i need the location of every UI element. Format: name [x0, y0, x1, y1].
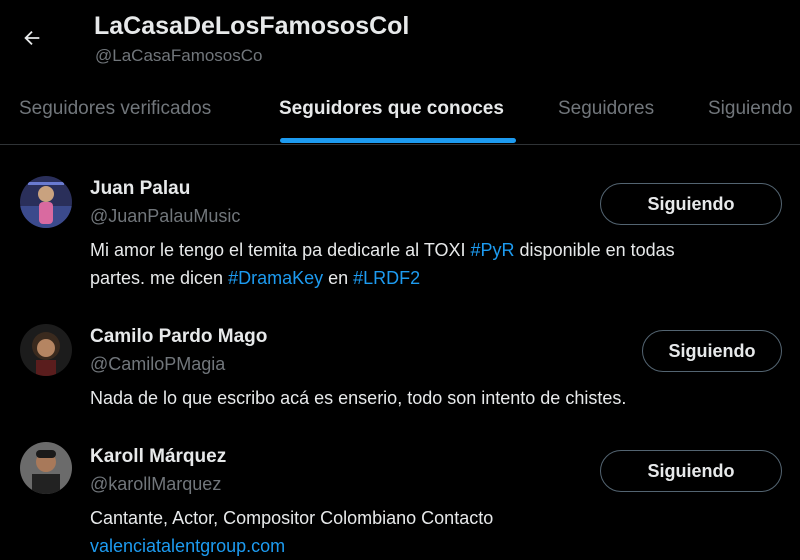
page-title: LaCasaDeLosFamososCol — [94, 12, 410, 40]
arrow-left-icon — [24, 30, 40, 46]
page-handle: @LaCasaFamososCo — [95, 46, 263, 65]
following-button[interactable]: Siguiendo — [600, 183, 782, 225]
tab-bar: Seguidores verificados Seguidores que co… — [0, 80, 800, 145]
avatar[interactable] — [20, 442, 72, 494]
user-name[interactable]: Juan Palau — [90, 178, 190, 200]
user-handle[interactable]: @karollMarquez — [90, 474, 221, 495]
user-handle[interactable]: @JuanPalauMusic — [90, 206, 240, 227]
user-row-karoll-marquez[interactable]: Karoll Márquez @karollMarquez Siguiendo … — [0, 430, 800, 556]
user-row-camilo-pardo[interactable]: Camilo Pardo Mago @CamiloPMagia Siguiend… — [0, 310, 800, 430]
user-name[interactable]: Karoll Márquez — [90, 446, 226, 468]
user-bio: Mi amor le tengo el temita pa dedicarle … — [90, 240, 675, 288]
profile-header: LaCasaDeLosFamososCol @LaCasaFamososCo — [0, 0, 800, 80]
following-button[interactable]: Siguiendo — [642, 330, 782, 372]
user-bio: Cantante, Actor, Compositor Colombiano C… — [90, 508, 494, 556]
user-name[interactable]: Camilo Pardo Mago — [90, 326, 267, 348]
tab-verified-followers[interactable]: Seguidores verificados — [19, 80, 211, 144]
following-button[interactable]: Siguiendo — [600, 450, 782, 492]
avatar[interactable] — [20, 176, 72, 228]
back-button[interactable] — [14, 20, 50, 56]
avatar[interactable] — [20, 324, 72, 376]
user-bio: Nada de lo que escribo acá es enserio, t… — [90, 388, 627, 408]
bio-website-link[interactable]: valenciatalentgroup.com — [90, 536, 285, 556]
hashtag-link[interactable]: #DramaKey — [228, 268, 323, 288]
user-row-juan-palau[interactable]: Juan Palau @JuanPalauMusic Siguiendo Mi … — [0, 160, 800, 310]
hashtag-link[interactable]: #LRDF2 — [353, 268, 420, 288]
tab-following[interactable]: Siguiendo — [708, 80, 793, 144]
user-handle[interactable]: @CamiloPMagia — [90, 354, 225, 375]
hashtag-link[interactable]: #PyR — [471, 240, 515, 260]
active-tab-indicator — [280, 138, 516, 143]
tab-followers[interactable]: Seguidores — [558, 80, 654, 144]
tab-followers-you-know[interactable]: Seguidores que conoces — [279, 80, 504, 144]
